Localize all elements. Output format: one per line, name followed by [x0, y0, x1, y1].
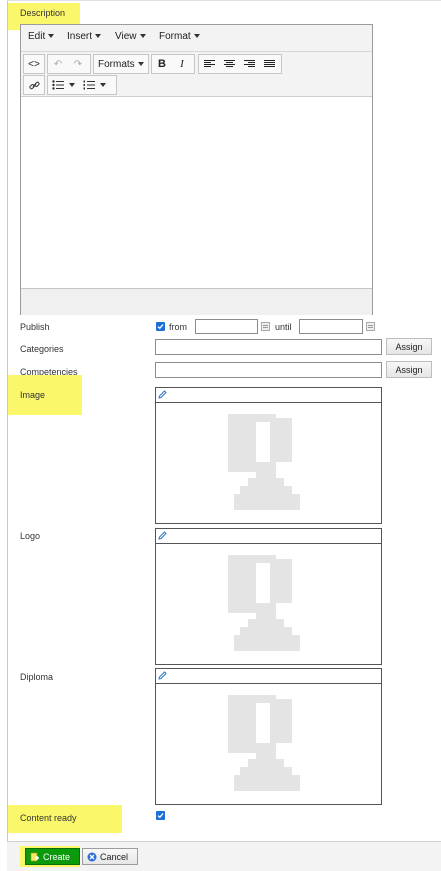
- checkmark-icon: [157, 813, 164, 819]
- menu-edit[interactable]: Edit: [28, 31, 55, 42]
- checkmark-icon: [157, 324, 164, 330]
- bold-button[interactable]: B: [152, 55, 172, 73]
- menu-view[interactable]: View: [115, 31, 146, 42]
- link-icon: [24, 76, 44, 94]
- align-justify-icon: [263, 59, 275, 69]
- align-center-icon: [223, 59, 235, 69]
- logo-label: Logo: [20, 531, 41, 541]
- formats-dropdown[interactable]: Formats: [93, 54, 149, 74]
- numbered-list-icon: [83, 80, 95, 90]
- edit-pencil-icon[interactable]: [158, 531, 167, 540]
- diploma-box-header: [156, 669, 381, 684]
- bullet-list-icon: [51, 80, 64, 90]
- content-ready-checkbox[interactable]: [156, 811, 165, 820]
- menu-insert[interactable]: Insert: [67, 31, 102, 42]
- editor-statusbar: [21, 288, 372, 315]
- publish-until-label: until: [275, 322, 292, 332]
- create-button[interactable]: Create: [25, 848, 80, 865]
- align-right-button[interactable]: [239, 55, 259, 73]
- editor-toolbar: <> ↶ ↷ Formats B I: [21, 52, 372, 97]
- alignment-group: [198, 54, 282, 74]
- logo-upload-box[interactable]: [155, 528, 382, 665]
- code-icon: <>: [28, 58, 40, 70]
- assign-competencies-button[interactable]: Assign: [386, 361, 432, 378]
- image-placeholder-icon: [228, 414, 300, 510]
- form-footer: Create Cancel: [7, 841, 441, 871]
- link-button[interactable]: [23, 75, 45, 95]
- logo-box-header: [156, 529, 381, 544]
- italic-button[interactable]: I: [172, 55, 192, 73]
- page-left-border: [7, 0, 8, 870]
- align-justify-button[interactable]: [259, 55, 279, 73]
- align-center-button[interactable]: [219, 55, 239, 73]
- align-right-icon: [243, 59, 255, 69]
- list-group: [47, 75, 117, 95]
- publish-checkbox[interactable]: [156, 322, 165, 331]
- create-document-icon: [30, 852, 39, 861]
- editor-content-area[interactable]: [21, 97, 372, 288]
- history-group: ↶ ↷: [47, 54, 91, 74]
- source-code-button[interactable]: <>: [23, 54, 45, 74]
- diploma-upload-box[interactable]: [155, 668, 382, 805]
- cancel-icon: [87, 852, 97, 861]
- competencies-input[interactable]: [155, 362, 382, 378]
- edit-pencil-icon[interactable]: [158, 390, 167, 399]
- categories-input[interactable]: [155, 339, 382, 355]
- publish-from-label: from: [169, 322, 187, 332]
- style-group: B I: [151, 54, 195, 74]
- logo-placeholder-icon: [228, 555, 300, 651]
- assign-categories-button[interactable]: Assign: [386, 338, 432, 355]
- align-left-button[interactable]: [199, 55, 219, 73]
- diploma-placeholder-icon: [228, 695, 300, 791]
- content-ready-label: Content ready: [20, 813, 77, 823]
- redo-icon[interactable]: ↷: [68, 55, 88, 73]
- page-top-border: [7, 0, 441, 1]
- diploma-label: Diploma: [20, 672, 54, 682]
- cancel-button[interactable]: Cancel: [82, 848, 138, 865]
- categories-label: Categories: [20, 344, 64, 354]
- image-upload-box[interactable]: [155, 387, 382, 524]
- numbered-list-button[interactable]: [78, 76, 110, 94]
- description-label: Description: [20, 8, 66, 18]
- edit-pencil-icon[interactable]: [158, 671, 167, 680]
- rich-text-editor: Edit Insert View Format <> ↶ ↷ Formats B…: [20, 24, 373, 315]
- undo-icon[interactable]: ↶: [48, 55, 68, 73]
- image-box-header: [156, 388, 381, 403]
- calendar-icon[interactable]: [261, 322, 270, 331]
- image-label: Image: [20, 390, 46, 400]
- editor-menubar: Edit Insert View Format: [21, 25, 372, 52]
- bullet-list-button[interactable]: [48, 76, 78, 94]
- publish-until-input[interactable]: [299, 319, 363, 334]
- align-left-icon: [203, 59, 215, 69]
- publish-label: Publish: [20, 322, 50, 332]
- calendar-icon[interactable]: [366, 322, 375, 331]
- menu-format[interactable]: Format: [159, 31, 200, 42]
- publish-from-input[interactable]: [195, 319, 258, 334]
